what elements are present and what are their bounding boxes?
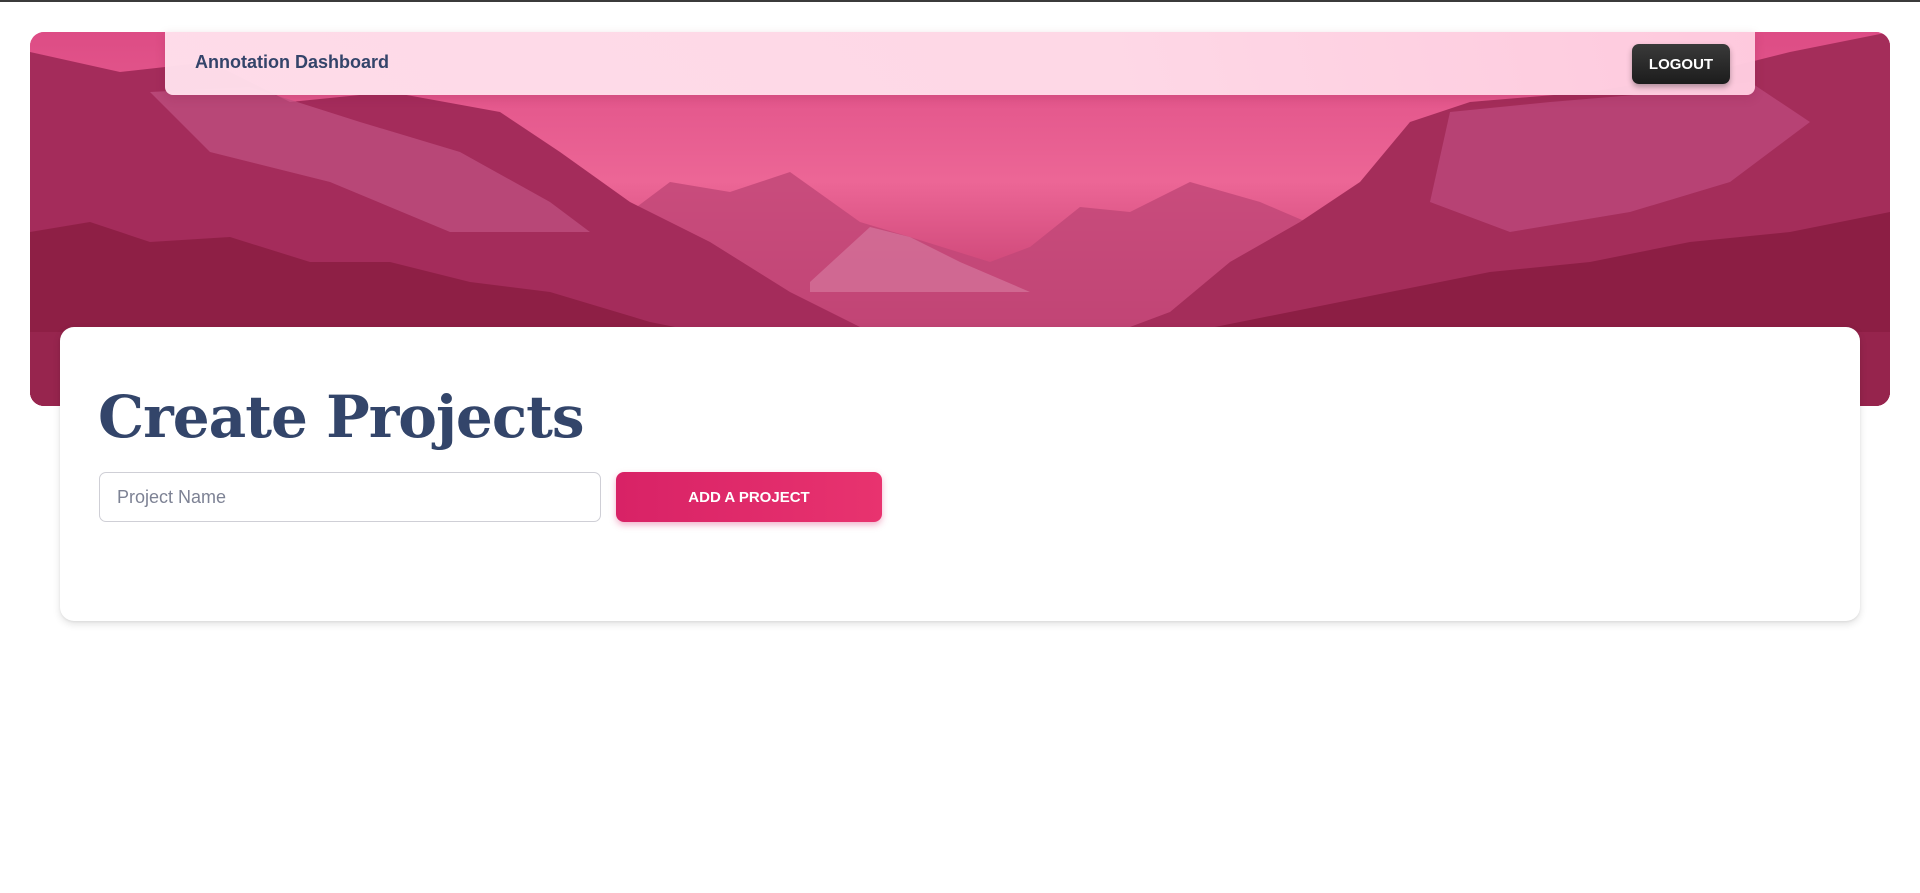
top-navbar: Annotation Dashboard LOGOUT bbox=[165, 32, 1755, 95]
page-title: Create Projects bbox=[98, 383, 585, 451]
create-project-card: Create Projects ADD A PROJECT bbox=[60, 327, 1860, 621]
brand-title[interactable]: Annotation Dashboard bbox=[195, 52, 389, 73]
project-name-input[interactable] bbox=[99, 472, 601, 522]
add-project-button[interactable]: ADD A PROJECT bbox=[616, 472, 882, 522]
window-top-border bbox=[0, 0, 1920, 2]
logout-button[interactable]: LOGOUT bbox=[1632, 44, 1730, 84]
